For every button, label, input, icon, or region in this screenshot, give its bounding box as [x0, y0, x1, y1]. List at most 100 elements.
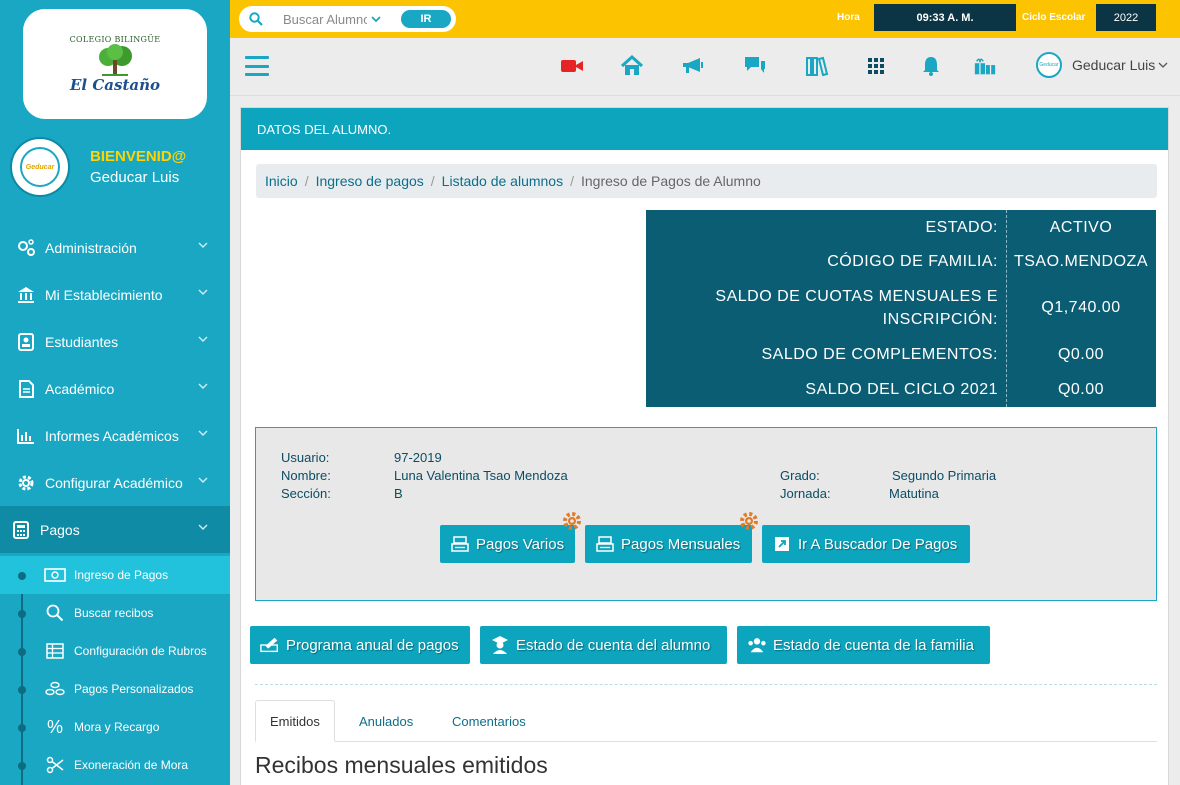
estado-cuenta-alumno-label: Estado de cuenta del alumno — [516, 636, 711, 654]
grado-value: Segundo Primaria — [892, 468, 997, 483]
sidebar-item-academico[interactable]: Académico — [0, 365, 230, 412]
megaphone-icon[interactable] — [681, 54, 705, 78]
chevron-down-icon — [198, 383, 208, 389]
breadcrumb-separator: / — [430, 173, 435, 189]
welcome-greeting: BIENVENID@ — [90, 148, 187, 165]
sidebar-item-administracion[interactable]: Administración — [0, 224, 230, 271]
search-icon — [249, 12, 263, 26]
icon-bar: Geducar Geducar Luis — [230, 38, 1180, 96]
jornada-label: Jornada: — [780, 486, 831, 501]
status-row-estado: ESTADO: ACTIVO — [646, 216, 1156, 239]
status-key: ESTADO: — [925, 219, 998, 236]
gear-icon — [15, 472, 37, 494]
school-cycle-value[interactable]: 2022 — [1096, 4, 1156, 31]
video-camera-icon[interactable] — [560, 54, 584, 78]
submenu-item-exoneracion-de-mora[interactable]: Exoneración de Mora — [0, 746, 230, 784]
breadcrumb-current: Ingreso de Pagos de Alumno — [580, 173, 761, 189]
status-row-saldo-ciclo: SALDO DEL CICLO 2021 Q0.00 — [646, 378, 1156, 401]
sidebar-item-configurar-academico[interactable]: Configurar Académico — [0, 459, 230, 506]
search-icon — [44, 604, 66, 622]
status-key-block: SALDO DE CUOTAS MENSUALES E INSCRIPCIÓN: — [646, 285, 1006, 331]
sidebar-item-estudiantes[interactable]: Estudiantes — [0, 318, 230, 365]
user-menu[interactable]: Geducar Geducar Luis — [1036, 52, 1168, 78]
breadcrumb-ingreso-de-pagos[interactable]: Ingreso de pagos — [316, 173, 424, 189]
submenu-item-label: Configuración de Rubros — [74, 644, 207, 658]
bar-chart-icon — [15, 425, 37, 447]
search-input[interactable]: Buscar Alumno — [283, 12, 367, 27]
sidebar-item-label: Académico — [45, 380, 115, 397]
school-cycle-label: Ciclo Escolar — [1022, 12, 1086, 23]
submenu-item-label: Exoneración de Mora — [74, 758, 189, 772]
status-row-saldo-cuotas: SALDO DE CUOTAS MENSUALES E INSCRIPCIÓN:… — [646, 285, 1156, 331]
apps-grid-icon[interactable] — [864, 54, 888, 78]
status-value: Q0.00 — [1057, 381, 1105, 398]
time-display: 09:33 A. M. — [874, 4, 1016, 31]
welcome-user-name: Geducar Luis — [90, 169, 180, 186]
user-menu-name: Geducar Luis — [1072, 57, 1156, 73]
sidebar-item-label: Estudiantes — [45, 333, 119, 350]
programa-anual-label: Programa anual de pagos — [286, 636, 459, 654]
welcome-block: Geducar BIENVENID@ Geducar Luis — [12, 139, 186, 195]
submenu-item-pagos-personalizados[interactable]: Pagos Personalizados — [0, 670, 230, 708]
sidebar-menu: Administración Mi Establecimiento Estudi… — [0, 224, 230, 553]
breadcrumb-inicio[interactable]: Inicio — [265, 173, 298, 189]
bell-icon[interactable] — [919, 54, 943, 78]
chat-icon[interactable] — [743, 54, 767, 78]
submenu-item-label: Mora y Recargo — [74, 720, 160, 734]
chevron-down-icon — [198, 524, 208, 530]
scissors-icon — [44, 756, 66, 774]
status-value: Q0.00 — [1057, 346, 1105, 363]
tab-anulados[interactable]: Anulados — [345, 700, 427, 742]
submenu-item-buscar-recibos[interactable]: Buscar recibos — [0, 594, 230, 632]
submenu-item-label: Buscar recibos — [74, 606, 154, 620]
student-data-card: DATOS DEL ALUMNO. Inicio / Ingreso de pa… — [240, 107, 1169, 785]
sidebar-item-mi-establecimiento[interactable]: Mi Establecimiento — [0, 271, 230, 318]
status-key: SALDO DE COMPLEMENTOS: — [761, 346, 998, 363]
submenu-item-mora-y-recargo[interactable]: % Mora y Recargo — [0, 708, 230, 746]
tab-emitidos[interactable]: Emitidos — [255, 700, 335, 742]
settings-gear-icon[interactable] — [561, 510, 583, 532]
status-key-line2: INSCRIPCIÓN: — [882, 311, 998, 328]
avatar[interactable]: Geducar — [12, 139, 68, 195]
ir-a-buscador-button[interactable]: Ir A Buscador De Pagos — [762, 525, 970, 563]
search-go-button[interactable]: IR — [401, 10, 451, 28]
gifts-icon[interactable] — [973, 54, 997, 78]
home-icon[interactable] — [620, 54, 644, 78]
sidebar-item-pagos[interactable]: Pagos — [0, 506, 230, 553]
library-icon[interactable] — [805, 54, 829, 78]
pagos-varios-button[interactable]: Pagos Varios — [440, 525, 575, 563]
receipts-tabs: Emitidos Anulados Comentarios — [255, 700, 1157, 742]
submenu-dot — [18, 724, 26, 732]
usuario-value: 97-2019 — [394, 450, 442, 465]
chevron-down-icon — [198, 242, 208, 248]
pagos-mensuales-label: Pagos Mensuales — [621, 535, 741, 553]
school-logo[interactable]: COLEGIO BILINGÜE El Castaño — [23, 9, 207, 119]
submenu-item-configuracion-de-rubros[interactable]: Configuración de Rubros — [0, 632, 230, 670]
logo-arc-text: COLEGIO BILINGÜE — [69, 34, 161, 44]
avatar-logo-text: Geducar — [20, 147, 60, 187]
pagos-mensuales-button[interactable]: Pagos Mensuales — [585, 525, 752, 563]
programa-anual-button[interactable]: Programa anual de pagos — [250, 626, 470, 664]
cash-register-icon — [595, 535, 615, 553]
chevron-down-icon[interactable] — [371, 15, 381, 23]
gears-icon — [15, 237, 37, 259]
settings-gear-icon[interactable] — [738, 510, 760, 532]
status-row-saldo-complementos: SALDO DE COMPLEMENTOS: Q0.00 — [646, 343, 1156, 366]
table-icon — [44, 642, 66, 660]
student-info-panel: Usuario: 97-2019 Nombre: Luna Valentina … — [255, 427, 1157, 601]
estado-cuenta-alumno-button[interactable]: Estado de cuenta del alumno — [480, 626, 727, 664]
document-icon — [15, 378, 37, 400]
breadcrumb-listado-de-alumnos[interactable]: Listado de alumnos — [442, 173, 563, 189]
estado-cuenta-familia-button[interactable]: Estado de cuenta de la familia — [737, 626, 990, 664]
money-icon — [44, 566, 66, 584]
submenu-item-ingreso-de-pagos[interactable]: Ingreso de Pagos — [0, 556, 230, 594]
calculator-icon — [10, 519, 32, 541]
pagos-submenu: Ingreso de Pagos Buscar recibos Configur… — [0, 556, 230, 785]
graduate-icon — [490, 636, 510, 654]
hamburger-menu-icon[interactable] — [245, 56, 269, 76]
sidebar-item-informes-academicos[interactable]: Informes Académicos — [0, 412, 230, 459]
nombre-value: Luna Valentina Tsao Mendoza — [394, 468, 568, 483]
chevron-down-icon — [198, 336, 208, 342]
tab-comentarios[interactable]: Comentarios — [438, 700, 540, 742]
student-card-icon — [15, 331, 37, 353]
